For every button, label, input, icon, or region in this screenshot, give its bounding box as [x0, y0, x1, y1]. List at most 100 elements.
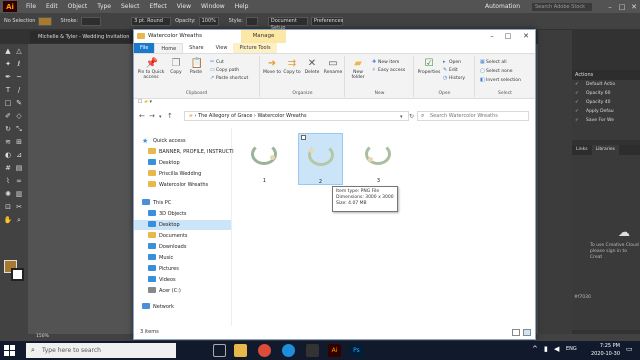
rename-button[interactable]: ▭ Rename — [323, 58, 343, 75]
eyedropper-tool-icon[interactable]: ⌇ — [3, 177, 13, 186]
photoshop-taskbar-icon[interactable]: Ps — [350, 344, 363, 357]
properties-button[interactable]: ☑ Properties — [417, 58, 441, 75]
manage-tab[interactable]: Manage — [241, 30, 286, 43]
perspective-grid-tool-icon[interactable]: ⊿ — [14, 151, 24, 160]
easy-access-button[interactable]: ⚡ Easy access — [372, 67, 405, 74]
file-item[interactable]: 1 — [242, 133, 287, 185]
copy-path-button[interactable]: ▭Copy path — [210, 67, 239, 74]
search-input[interactable]: Search Watercolor Wreaths — [417, 111, 529, 121]
close-icon[interactable]: ✕ — [518, 32, 534, 40]
menu-object[interactable]: Object — [63, 3, 93, 10]
tab-links[interactable]: Links — [572, 145, 592, 155]
explorer-titlebar[interactable]: Watercolor Wreaths Manage – □ ✕ — [134, 30, 535, 43]
file-item[interactable]: 3 — [356, 133, 401, 185]
language-indicator[interactable]: ENG — [566, 346, 577, 352]
minimize-icon[interactable]: – — [604, 3, 616, 11]
mesh-tool-icon[interactable]: # — [3, 164, 13, 173]
nav-item-selected[interactable]: Desktop — [134, 220, 231, 230]
width-tool-icon[interactable]: ≋ — [3, 138, 13, 147]
nav-item[interactable]: Videos — [148, 275, 176, 285]
file-explorer-taskbar-icon[interactable] — [234, 344, 247, 357]
menu-help[interactable]: Help — [230, 3, 254, 10]
slice-tool-icon[interactable]: ✂ — [14, 203, 24, 212]
file-item-selected[interactable]: 2 — [298, 133, 343, 185]
stroke-swatch[interactable] — [11, 268, 24, 281]
edit-button[interactable]: ✎ Edit — [443, 67, 458, 74]
tab-home[interactable]: Home — [154, 43, 184, 53]
nav-item[interactable]: Music — [148, 253, 173, 263]
address-dropdown-icon[interactable]: ▾ — [400, 114, 403, 120]
back-arrow-icon[interactable]: ← — [139, 112, 145, 120]
scale-tool-icon[interactable]: ⤡ — [14, 125, 24, 134]
maximize-icon[interactable]: □ — [500, 32, 516, 40]
menu-edit[interactable]: Edit — [41, 3, 63, 10]
menu-view[interactable]: View — [172, 3, 196, 10]
notifications-icon[interactable]: ▭ — [626, 345, 633, 353]
nav-item[interactable]: Pictures — [148, 264, 179, 274]
new-item-button[interactable]: ✚ New item — [372, 59, 399, 66]
tab-view[interactable]: View — [210, 43, 234, 53]
nav-network[interactable]: Network — [142, 302, 174, 312]
clock[interactable]: 7:25 PM 2020-10-30 — [591, 342, 620, 358]
refresh-icon[interactable]: ↻ — [409, 113, 414, 120]
network-icon[interactable]: ▮ — [544, 345, 548, 353]
action-item[interactable]: Opacity 60 — [572, 89, 640, 98]
pencil-tool-icon[interactable]: ✐ — [3, 112, 13, 121]
nav-item[interactable]: BANNER, PROFILE, INSTRUCTI — [148, 147, 234, 157]
curvature-tool-icon[interactable]: ~ — [14, 73, 24, 82]
chrome-taskbar-icon[interactable] — [258, 344, 271, 357]
menu-select[interactable]: Select — [116, 3, 145, 10]
nav-item[interactable]: Watercolor Wreaths — [148, 180, 208, 190]
task-view-icon[interactable] — [213, 344, 226, 357]
style-dropdown[interactable] — [245, 16, 258, 26]
cut-button[interactable]: ✂ Cut — [210, 59, 224, 66]
rotate-tool-icon[interactable]: ↻ — [3, 125, 13, 134]
tab-libraries[interactable]: Libraries — [591, 145, 619, 155]
details-view-icon[interactable] — [512, 329, 520, 336]
nav-item[interactable]: Acer (C:) — [148, 286, 181, 296]
delete-button[interactable]: ✕ Delete — [303, 58, 321, 75]
magic-wand-tool-icon[interactable]: ✦ — [3, 60, 13, 69]
blend-tool-icon[interactable]: ∞ — [14, 177, 24, 186]
paintbrush-tool-icon[interactable]: ✎ — [14, 99, 24, 108]
nav-item[interactable]: Downloads — [148, 242, 186, 252]
nav-this-pc[interactable]: This PC — [142, 198, 171, 208]
customize-qat-icon[interactable]: ▾ — [150, 99, 153, 105]
new-folder-qat-icon[interactable]: ▰ — [144, 99, 148, 105]
action-item[interactable]: Default Actio — [572, 80, 640, 89]
maximize-icon[interactable]: □ — [616, 3, 628, 11]
eraser-tool-icon[interactable]: ◇ — [14, 112, 24, 121]
action-item[interactable]: Save For We — [572, 116, 640, 125]
stock-search-input[interactable]: Search Adobe Stock — [532, 2, 592, 11]
fill-color-swatch[interactable] — [38, 16, 53, 26]
new-folder-button[interactable]: ▰ New folder — [348, 58, 368, 80]
graph-tool-icon[interactable]: ▥ — [14, 190, 24, 199]
menu-effect[interactable]: Effect — [145, 3, 172, 10]
tab-picture-tools[interactable]: Picture Tools — [233, 43, 277, 53]
tab-file[interactable]: File — [134, 43, 155, 53]
workspace-switcher[interactable]: Automation — [485, 3, 520, 10]
close-icon[interactable]: ✕ — [628, 3, 640, 11]
up-arrow-icon[interactable]: ↑ — [167, 112, 173, 120]
opacity-field[interactable]: 100% — [198, 16, 219, 26]
type-tool-icon[interactable]: T — [3, 86, 13, 95]
zoom-level[interactable]: 150% — [36, 334, 49, 339]
system-tray-chevron-icon[interactable]: ^ — [532, 345, 538, 353]
line-tool-icon[interactable]: / — [14, 86, 24, 95]
invert-selection-button[interactable]: ◧Invert selection — [480, 77, 521, 84]
menu-window[interactable]: Window — [196, 3, 230, 10]
edge-taskbar-icon[interactable] — [282, 344, 295, 357]
actions-panel-title[interactable]: Actions — [572, 70, 640, 80]
copy-button[interactable]: ❐ Copy — [168, 58, 184, 75]
nav-item[interactable]: Documents — [148, 231, 188, 241]
pen-tool-icon[interactable]: ✒ — [3, 73, 13, 82]
illustrator-taskbar-icon[interactable]: Ai — [328, 344, 341, 357]
action-item[interactable]: Opacity 40 — [572, 98, 640, 107]
forward-arrow-icon[interactable]: → — [149, 112, 155, 120]
windows-start-icon[interactable] — [4, 345, 15, 356]
breadcrumb-root[interactable]: The Allegory of Grace — [198, 113, 252, 119]
recent-locations-icon[interactable]: ▾ — [159, 114, 162, 120]
breadcrumb-current[interactable]: Watercolor Wreaths — [257, 113, 306, 119]
direct-selection-tool-icon[interactable]: △ — [14, 47, 24, 56]
store-taskbar-icon[interactable] — [306, 344, 319, 357]
